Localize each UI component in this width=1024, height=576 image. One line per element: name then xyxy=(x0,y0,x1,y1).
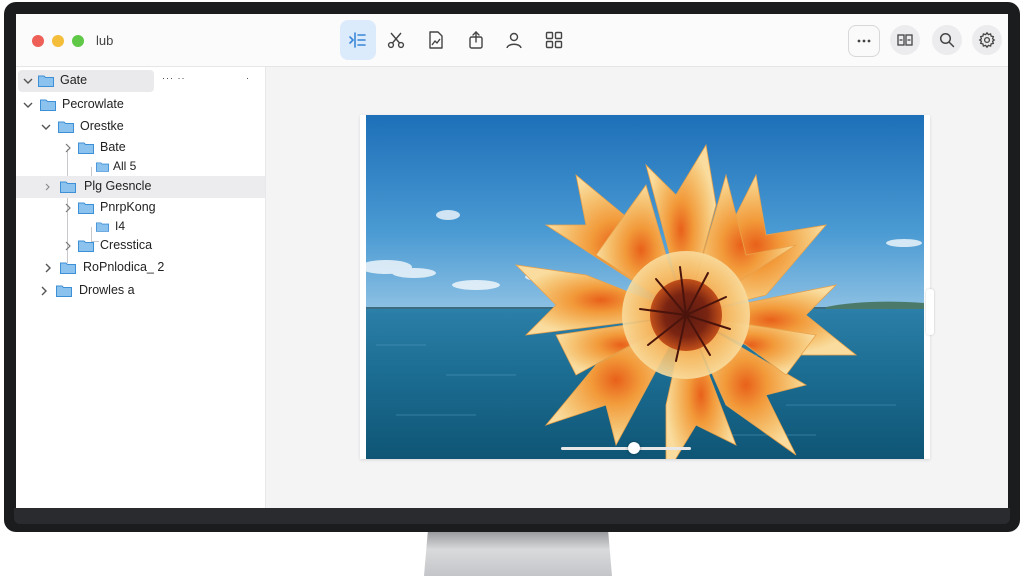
folder-icon xyxy=(40,99,56,111)
folder-icon xyxy=(96,162,109,172)
chevron-down-icon xyxy=(23,102,33,108)
folder-icon xyxy=(56,285,72,297)
chevron-right-icon xyxy=(41,286,47,296)
close-button[interactable] xyxy=(32,35,44,47)
sidebar-item-label: Drowles a xyxy=(79,283,135,297)
sidebar-item-ropnlodica[interactable]: RoPnlodica_ 2 xyxy=(16,257,265,279)
zoom-button[interactable] xyxy=(72,35,84,47)
chevron-right-icon xyxy=(45,183,50,191)
sidebar: Gate ··· ·· · Pecrowlate Orestke Bate Al… xyxy=(16,67,266,508)
crop-tool-button[interactable] xyxy=(378,20,414,60)
window-title: lub xyxy=(96,33,114,48)
chevron-down-icon xyxy=(41,124,51,130)
gallery-icon xyxy=(897,34,913,46)
chevron-right-icon xyxy=(65,143,71,153)
people-tool-button[interactable] xyxy=(496,20,532,60)
image-viewer xyxy=(266,67,1008,508)
more-button[interactable] xyxy=(848,25,880,57)
sidebar-item-all-5[interactable]: All 5 xyxy=(16,156,265,178)
gallery-button[interactable] xyxy=(890,25,920,55)
folder-icon xyxy=(58,121,74,133)
flower-photo-image xyxy=(366,115,924,459)
sidebar-item-label: Bate xyxy=(100,140,126,154)
sidebar-item-label: Plg Gesncle xyxy=(84,179,152,193)
more-icon xyxy=(857,39,871,43)
chevron-right-icon xyxy=(45,263,51,273)
sidebar-item-label: Pecrowlate xyxy=(62,97,124,111)
monitor-stand xyxy=(424,532,612,576)
sidebar-item-label: I4 xyxy=(115,219,126,233)
folder-icon xyxy=(60,181,76,193)
title-bar: lub xyxy=(16,14,1008,67)
monitor-chin xyxy=(14,508,1010,524)
app-window: lub Gate ··· ·· · Pecrowlate Orestke Bat… xyxy=(16,14,1008,508)
search-button[interactable] xyxy=(932,25,962,55)
folder-icon xyxy=(38,75,54,87)
folder-icon xyxy=(78,202,94,214)
zoom-slider-track xyxy=(561,447,691,450)
adjust-tool-button[interactable] xyxy=(418,20,454,60)
folder-icon xyxy=(78,142,94,154)
chevron-down-icon xyxy=(23,78,33,84)
scroll-handle[interactable] xyxy=(926,289,934,335)
folder-icon xyxy=(60,262,76,274)
gear-icon xyxy=(978,31,996,49)
sidebar-item-label: RoPnlodica_ 2 xyxy=(83,260,165,274)
sidebar-item-pecrowlate[interactable]: Pecrowlate xyxy=(16,94,265,116)
photo-frame xyxy=(360,115,930,459)
share-tool-button[interactable] xyxy=(458,20,494,60)
grid-tool-button[interactable] xyxy=(536,20,572,60)
sidebar-list-tool-button[interactable] xyxy=(340,20,376,60)
search-icon xyxy=(939,32,955,48)
sidebar-item-orestke[interactable]: Orestke xyxy=(16,116,265,138)
folder-icon xyxy=(96,222,109,232)
sidebar-item-plg-gesncle[interactable]: Plg Gesncle xyxy=(16,176,265,198)
sidebar-item-label: Cresstica xyxy=(100,238,153,252)
sidebar-list-icon xyxy=(349,32,366,48)
sidebar-item-label: All 5 xyxy=(113,159,137,173)
person-icon xyxy=(506,32,522,49)
image-chart-icon xyxy=(429,31,443,49)
sidebar-item-gate[interactable]: Gate xyxy=(18,70,154,92)
grid-icon xyxy=(545,31,563,49)
folder-icon xyxy=(78,240,94,252)
sidebar-item-cresstica[interactable]: Cresstica xyxy=(16,235,265,257)
chevron-right-icon xyxy=(65,241,71,251)
zoom-slider[interactable] xyxy=(561,441,691,455)
sidebar-item-extra: ··· ·· xyxy=(162,73,186,83)
zoom-slider-knob[interactable] xyxy=(627,442,640,454)
settings-button[interactable] xyxy=(972,25,1002,55)
sidebar-item-drowles[interactable]: Drowles a xyxy=(16,280,265,302)
scissors-icon xyxy=(387,32,405,49)
sidebar-item-extra: · xyxy=(246,73,250,83)
monitor-bezel: lub Gate ··· ·· · Pecrowlate Orestke Bat… xyxy=(4,2,1020,532)
sidebar-item-label: Gate xyxy=(60,73,88,87)
sidebar-item-label: PnrpKong xyxy=(100,200,156,214)
photo-orange-flower[interactable] xyxy=(366,115,924,459)
chevron-right-icon xyxy=(65,203,71,213)
share-icon xyxy=(469,31,483,49)
minimize-button[interactable] xyxy=(52,35,64,47)
sidebar-item-label: Orestke xyxy=(80,119,124,133)
